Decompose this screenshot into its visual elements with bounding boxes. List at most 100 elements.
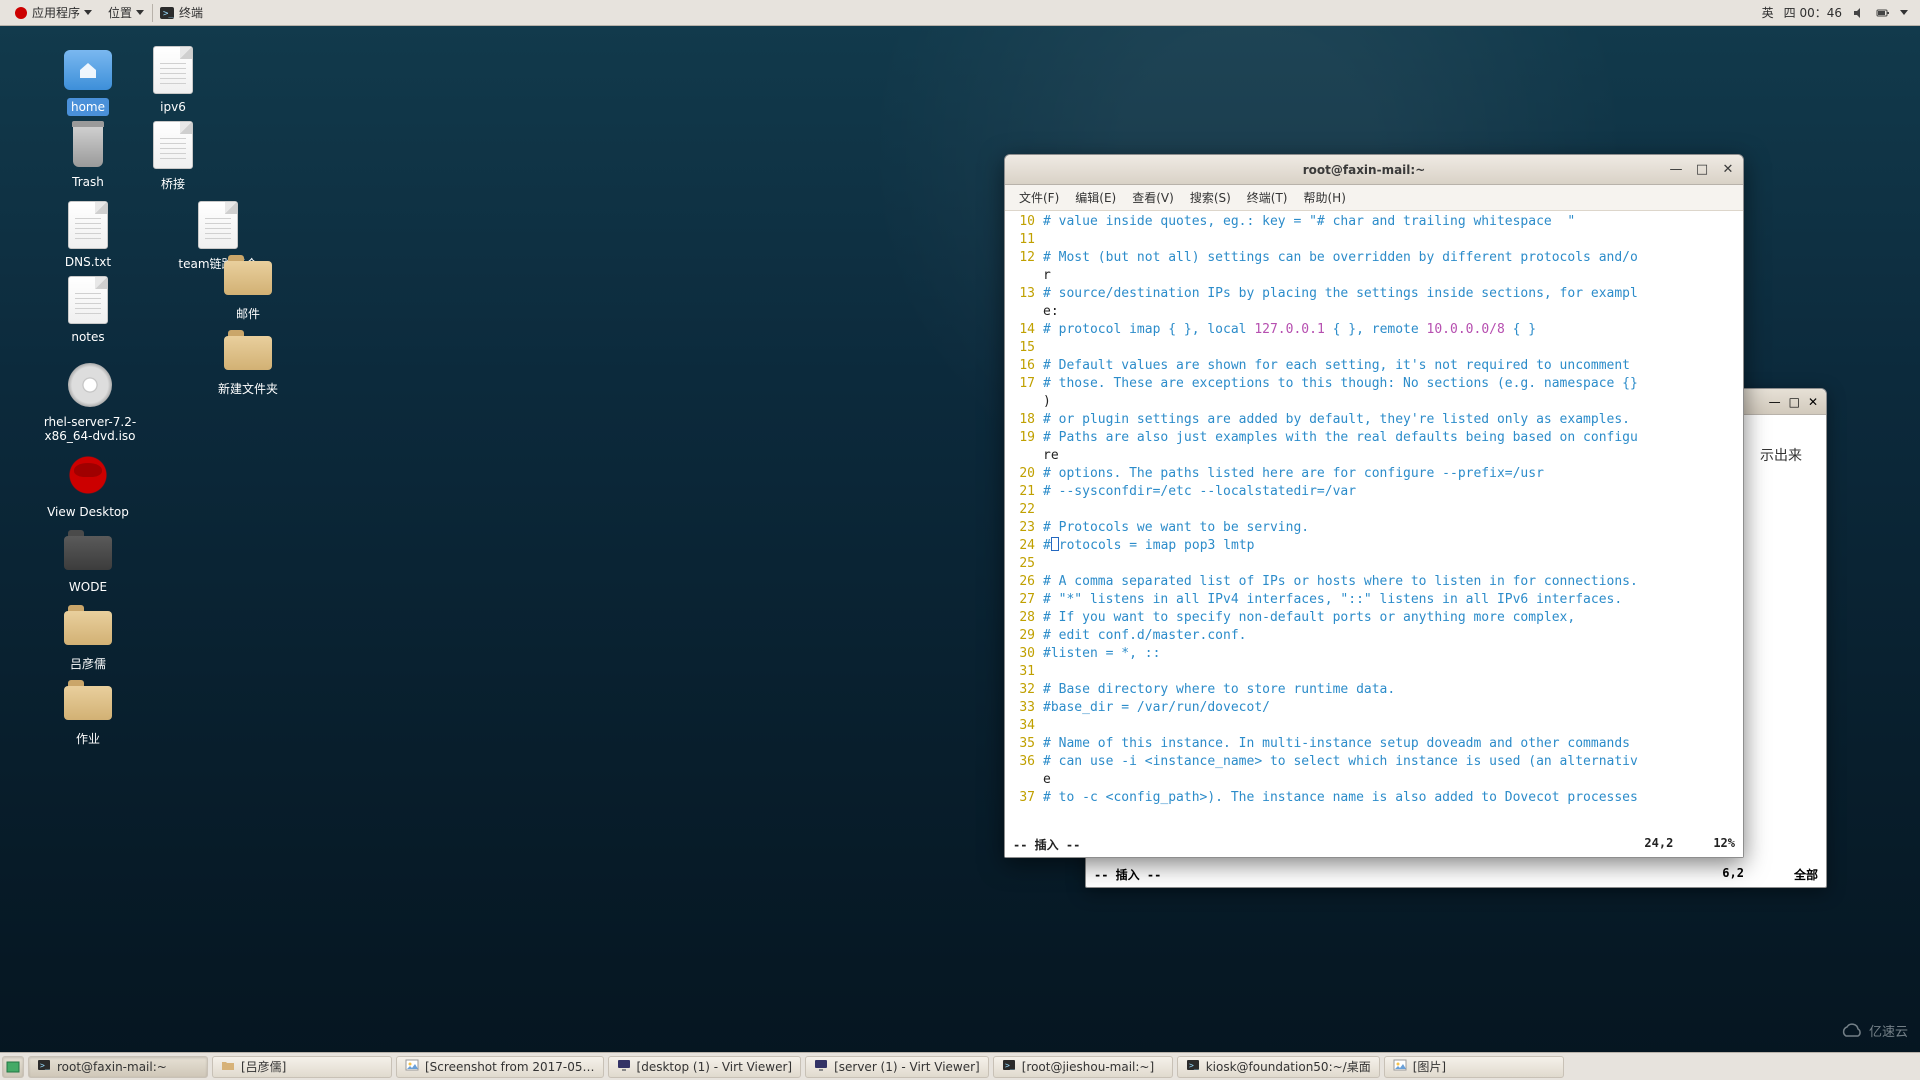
code-line: 35# Name of this instance. In multi-inst… xyxy=(1009,735,1739,753)
minimize-button[interactable]: — xyxy=(1667,161,1685,179)
line-number: 33 xyxy=(1009,699,1035,717)
close-button[interactable]: ✕ xyxy=(1719,161,1737,179)
line-number: 36 xyxy=(1009,753,1035,771)
menu-terminal[interactable]: 终端(T) xyxy=(1239,189,1296,206)
taskbar-button[interactable]: [Screenshot from 2017-05… xyxy=(396,1056,604,1078)
trash-icon xyxy=(66,121,110,169)
code-line: 19# Paths are also just examples with th… xyxy=(1009,429,1739,447)
desktop-icon-iso[interactable]: rhel-server-7.2-x86_64-dvd.iso xyxy=(30,361,150,445)
desktop-icon-homework[interactable]: 作业 xyxy=(40,676,136,749)
folder-icon xyxy=(64,680,112,720)
terminal-window[interactable]: root@faxin-mail:~ — □ ✕ 文件(F) 编辑(E) 查看(V… xyxy=(1004,154,1744,858)
places-menu[interactable]: 位置 xyxy=(100,0,152,26)
cloud-icon xyxy=(1839,1022,1863,1040)
clock[interactable]: 四 00：46 xyxy=(1784,4,1842,21)
code-text: # Most (but not all) settings can be ove… xyxy=(1043,249,1638,267)
vim-percent: 12% xyxy=(1713,836,1735,853)
distro-logo-icon xyxy=(14,6,28,20)
taskbar-button[interactable]: >_kiosk@foundation50:~/桌面 xyxy=(1177,1056,1380,1078)
code-text: # If you want to specify non-default por… xyxy=(1043,609,1575,627)
line-number: 18 xyxy=(1009,411,1035,429)
line-number: 29 xyxy=(1009,627,1035,645)
redhat-icon xyxy=(68,455,108,495)
close-button[interactable]: ✕ xyxy=(1808,395,1818,409)
desktop-icon-mail[interactable]: 邮件 xyxy=(200,251,296,324)
terminal-content[interactable]: 10# value inside quotes, eg.: key = "# c… xyxy=(1005,211,1743,834)
code-line: 17# those. These are exceptions to this … xyxy=(1009,375,1739,393)
desktop-icon-lyr[interactable]: 吕彦儒 xyxy=(40,601,136,674)
desktop-icon-wode[interactable]: WODE xyxy=(40,526,136,596)
desktop-icon-home[interactable]: home xyxy=(40,46,136,116)
taskbar-button[interactable]: >_root@faxin-mail:~ xyxy=(28,1056,208,1078)
desktop-icon-viewdesktop[interactable]: View Desktop xyxy=(40,451,136,521)
desktop-icon-dns[interactable]: DNS.txt xyxy=(40,201,136,271)
vim-percent: 全部 xyxy=(1794,866,1818,883)
taskbar-button[interactable]: >_[root@jieshou-mail:~] xyxy=(993,1056,1173,1078)
code-text: r xyxy=(1043,267,1051,285)
maximize-button[interactable]: □ xyxy=(1789,395,1800,409)
code-line: e xyxy=(1009,771,1739,789)
taskbar-show-desktop[interactable] xyxy=(2,1056,24,1078)
code-text: # value inside quotes, eg.: key = "# cha… xyxy=(1043,213,1575,231)
folder-icon xyxy=(64,605,112,645)
vim-status-line: -- 插入 -- 6,2 全部 xyxy=(1094,866,1818,883)
menu-help[interactable]: 帮助(H) xyxy=(1296,189,1354,206)
code-line: r xyxy=(1009,267,1739,285)
desktop-icon-notes[interactable]: notes xyxy=(40,276,136,346)
desktop-icon-bridge[interactable]: 桥接 xyxy=(125,121,221,194)
desktop-icon-trash[interactable]: Trash xyxy=(40,121,136,191)
chevron-down-icon xyxy=(136,10,144,15)
places-label: 位置 xyxy=(108,4,132,21)
taskbar-label: [desktop (1) - Virt Viewer] xyxy=(637,1060,793,1074)
taskbar-button[interactable]: [desktop (1) - Virt Viewer] xyxy=(608,1056,802,1078)
line-number: 20 xyxy=(1009,465,1035,483)
terminal-icon: >_ xyxy=(1186,1058,1200,1075)
taskbar-button[interactable]: [server (1) - Virt Viewer] xyxy=(805,1056,989,1078)
text-file-icon xyxy=(153,46,193,94)
line-number: 14 xyxy=(1009,321,1035,339)
vim-mode: -- 插入 -- xyxy=(1013,836,1080,853)
desktop-icon-ipv6[interactable]: ipv6 xyxy=(125,46,221,116)
menu-edit[interactable]: 编辑(E) xyxy=(1067,189,1124,206)
chevron-down-icon[interactable] xyxy=(1900,10,1908,15)
line-number: 37 xyxy=(1009,789,1035,807)
line-number: 24 xyxy=(1009,537,1035,555)
desktop-icon-label: View Desktop xyxy=(43,503,133,521)
window-titlebar[interactable]: root@faxin-mail:~ — □ ✕ xyxy=(1005,155,1743,185)
desktop-icon-newfolder[interactable]: 新建文件夹 xyxy=(200,326,296,399)
minimize-button[interactable]: — xyxy=(1769,395,1781,409)
svg-text:>_: >_ xyxy=(163,9,174,19)
maximize-button[interactable]: □ xyxy=(1693,161,1711,179)
image-icon xyxy=(405,1058,419,1075)
code-text: # Base directory where to store runtime … xyxy=(1043,681,1395,699)
taskbar-label: root@faxin-mail:~ xyxy=(57,1060,167,1074)
code-line: 23# Protocols we want to be serving. xyxy=(1009,519,1739,537)
line-number: 25 xyxy=(1009,555,1035,573)
running-app-indicator[interactable]: >_ 终端 xyxy=(153,4,209,21)
code-line: 31 xyxy=(1009,663,1739,681)
code-line: e: xyxy=(1009,303,1739,321)
applications-menu[interactable]: 应用程序 xyxy=(6,0,100,26)
volume-icon[interactable] xyxy=(1852,6,1866,20)
menu-search[interactable]: 搜索(S) xyxy=(1182,189,1239,206)
battery-icon[interactable] xyxy=(1876,6,1890,20)
taskbar-button[interactable]: [吕彦儒] xyxy=(212,1056,392,1078)
line-number: 30 xyxy=(1009,645,1035,663)
svg-text:>_: >_ xyxy=(1189,1061,1199,1070)
code-text: # Name of this instance. In multi-instan… xyxy=(1043,735,1630,753)
code-line: ) xyxy=(1009,393,1739,411)
taskbar-label: [Screenshot from 2017-05… xyxy=(425,1060,595,1074)
taskbar-button[interactable]: [图片] xyxy=(1384,1056,1564,1078)
desktop-icon-label: 吕彦儒 xyxy=(66,653,110,674)
menu-view[interactable]: 查看(V) xyxy=(1124,189,1182,206)
line-number: 28 xyxy=(1009,609,1035,627)
watermark: 亿速云 xyxy=(1839,1021,1908,1040)
code-text: # Protocols we want to be serving. xyxy=(1043,519,1309,537)
code-text: ) xyxy=(1043,393,1051,411)
menu-file[interactable]: 文件(F) xyxy=(1011,189,1067,206)
line-number: 17 xyxy=(1009,375,1035,393)
window-title: root@faxin-mail:~ xyxy=(1061,163,1667,177)
input-method-indicator[interactable]: 英 xyxy=(1762,4,1774,21)
code-line: 24#rotocols = imap pop3 lmtp xyxy=(1009,537,1739,555)
code-text: e: xyxy=(1043,303,1059,321)
